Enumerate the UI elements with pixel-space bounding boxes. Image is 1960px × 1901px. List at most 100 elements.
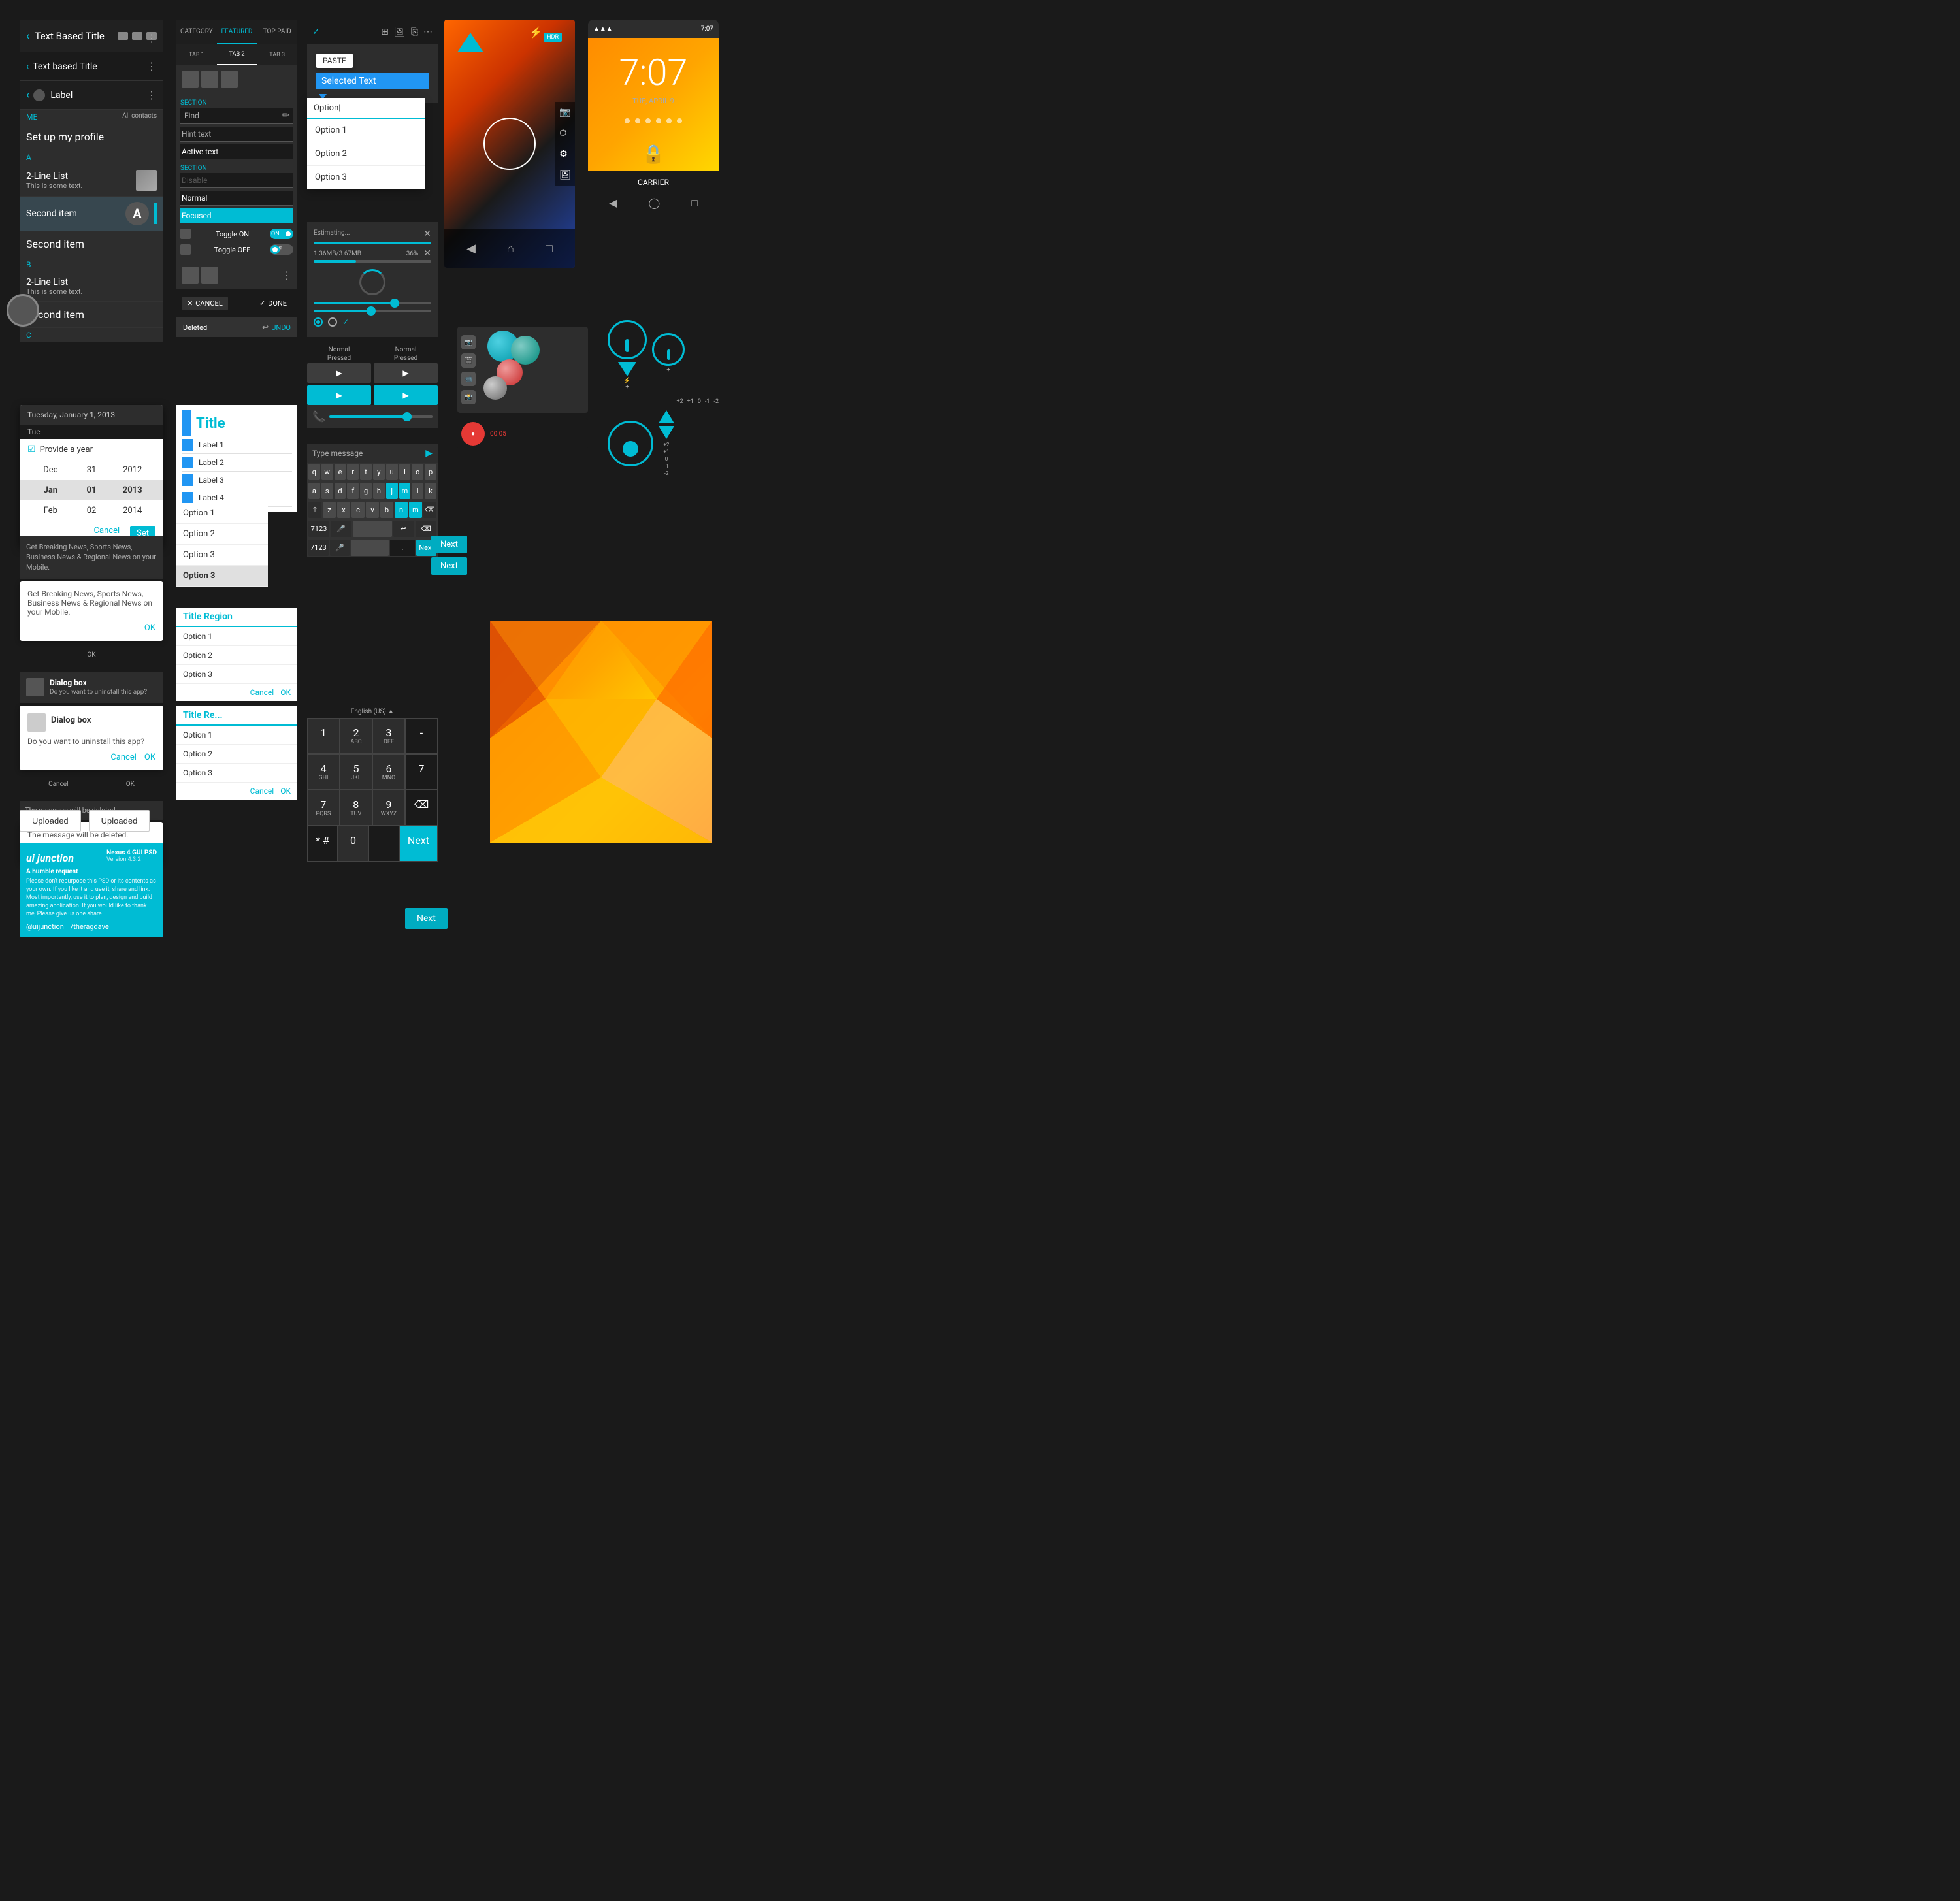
key-mic2[interactable]: 🎤 bbox=[330, 540, 350, 556]
dropdown-opt-3[interactable]: Option 3 bbox=[307, 166, 425, 189]
key-n[interactable]: n bbox=[395, 502, 408, 518]
key-e[interactable]: e bbox=[335, 464, 346, 480]
numpad-6[interactable]: 6MNO bbox=[372, 754, 405, 790]
numpad-star[interactable]: * # bbox=[307, 826, 338, 862]
done-btn[interactable]: ✓ DONE bbox=[254, 297, 292, 310]
key-i[interactable]: i bbox=[399, 464, 411, 480]
key-dot[interactable]: . bbox=[390, 540, 416, 556]
active-input[interactable]: Active text bbox=[180, 144, 293, 159]
msg-placeholder[interactable]: Type message bbox=[312, 449, 420, 458]
dropdown-input[interactable]: Option| bbox=[307, 98, 425, 119]
label-item-2[interactable]: Label 2 bbox=[182, 454, 292, 472]
key-r[interactable]: r bbox=[347, 464, 359, 480]
list-item-2line-2[interactable]: 2-Line List This is some text. bbox=[20, 272, 163, 302]
cam-icon-1[interactable]: 📷 bbox=[461, 335, 476, 349]
tab-3[interactable]: TAB 3 bbox=[257, 44, 297, 65]
key-u[interactable]: u bbox=[386, 464, 398, 480]
eq-knob-2[interactable] bbox=[652, 333, 685, 366]
numpad-next[interactable]: Next bbox=[399, 826, 438, 862]
numpad-3[interactable]: 3DEF bbox=[372, 718, 405, 754]
key-m[interactable]: m bbox=[399, 483, 411, 499]
radio-2[interactable] bbox=[328, 317, 337, 327]
toggle-switch-on[interactable]: ON bbox=[270, 229, 293, 239]
key-space2[interactable] bbox=[351, 540, 388, 556]
region-1-ok[interactable]: OK bbox=[280, 688, 291, 697]
back-cam-icon[interactable]: ◀ bbox=[466, 242, 476, 255]
focused-input[interactable]: Focused bbox=[180, 208, 293, 223]
next-btn-1[interactable]: Next bbox=[431, 536, 467, 553]
key-y[interactable]: y bbox=[373, 464, 385, 480]
key-num2[interactable]: 7123 bbox=[308, 540, 329, 556]
key-z[interactable]: z bbox=[323, 502, 336, 518]
eq-knob-bottom[interactable] bbox=[608, 421, 653, 466]
camera-mode-icon[interactable]: 📷 bbox=[559, 107, 571, 118]
lock-recents[interactable]: □ bbox=[691, 197, 698, 210]
tab-featured[interactable]: FEATURED bbox=[217, 20, 257, 44]
photo-icon[interactable]: 🖼 bbox=[394, 27, 406, 37]
upload-btn-2[interactable]: Uploaded bbox=[89, 810, 150, 832]
toggle-switch-off[interactable]: OFF bbox=[270, 244, 293, 255]
numpad-8[interactable]: 8TUV bbox=[340, 790, 372, 826]
flash-icon[interactable]: ⚡ bbox=[529, 26, 542, 39]
option-2[interactable]: Option 2 bbox=[176, 524, 268, 545]
region-2-opt3[interactable]: Option 3 bbox=[176, 764, 297, 783]
btn-pressed-2[interactable]: ▶ bbox=[374, 385, 438, 405]
key-c[interactable]: c bbox=[351, 502, 365, 518]
copy-icon[interactable]: ⎘ bbox=[411, 27, 418, 37]
region-1-opt3[interactable]: Option 3 bbox=[176, 665, 297, 684]
grid-icon[interactable]: ⊞ bbox=[381, 27, 389, 37]
cam-icon-3[interactable]: 📹 bbox=[461, 372, 476, 386]
dropdown-opt-2[interactable]: Option 2 bbox=[307, 142, 425, 166]
key-l[interactable]: l bbox=[412, 483, 423, 499]
key-b[interactable]: b bbox=[380, 502, 393, 518]
option-1[interactable]: Option 1 bbox=[176, 503, 268, 524]
list-item-second-b[interactable]: Second item bbox=[20, 302, 163, 328]
radio-1[interactable] bbox=[314, 317, 323, 327]
hint-input[interactable]: Hint text bbox=[180, 127, 293, 142]
key-f[interactable]: f bbox=[347, 483, 359, 499]
key-m2[interactable]: m bbox=[409, 502, 422, 518]
numpad-5[interactable]: 5JKL bbox=[340, 754, 372, 790]
option-3-selected[interactable]: Option 3 bbox=[176, 566, 268, 587]
numpad-2[interactable]: 2ABC bbox=[340, 718, 372, 754]
key-j[interactable]: j bbox=[386, 483, 398, 499]
key-num[interactable]: 7123 bbox=[308, 521, 329, 537]
normal-input[interactable]: Normal bbox=[180, 191, 293, 206]
slider-2[interactable] bbox=[314, 310, 431, 312]
progress-close[interactable]: ✕ bbox=[423, 229, 431, 239]
key-k[interactable]: k bbox=[425, 483, 436, 499]
key-space[interactable] bbox=[353, 521, 392, 537]
key-del[interactable]: ⌫ bbox=[416, 521, 436, 537]
key-backspace[interactable]: ⌫ bbox=[423, 502, 436, 518]
key-mic[interactable]: 🎤 bbox=[331, 521, 351, 537]
twitter-link[interactable]: @uijunction bbox=[26, 922, 64, 931]
check-tool[interactable]: ✓ bbox=[312, 27, 320, 37]
overflow-icon-3[interactable]: ⋮ bbox=[146, 89, 157, 101]
slider-thumb-1[interactable] bbox=[390, 299, 399, 308]
final-next-btn[interactable]: Next bbox=[405, 908, 448, 929]
phone-thumb[interactable] bbox=[402, 412, 412, 421]
list-item-second-1[interactable]: Second item A bbox=[20, 197, 163, 231]
key-shift[interactable]: ⇧ bbox=[308, 502, 321, 518]
cam-icon-2[interactable]: 🎬 bbox=[461, 353, 476, 368]
key-o[interactable]: o bbox=[412, 464, 423, 480]
more-icon[interactable]: ⋯ bbox=[423, 27, 433, 37]
key-enter[interactable]: ↵ bbox=[393, 521, 414, 537]
next-btn-2[interactable]: Next bbox=[431, 557, 467, 575]
region-1-opt2[interactable]: Option 2 bbox=[176, 646, 297, 665]
btn-normal-2[interactable]: ▶ bbox=[374, 363, 438, 383]
numpad-back[interactable]: ⌫ bbox=[405, 790, 438, 826]
key-h[interactable]: h bbox=[373, 483, 385, 499]
tab-2[interactable]: TAB 2 bbox=[217, 44, 257, 65]
tab-category[interactable]: CATEGORY bbox=[176, 20, 217, 44]
list-item-setup[interactable]: Set up my profile bbox=[20, 124, 163, 150]
alert-cancel-2[interactable]: Cancel bbox=[110, 753, 137, 762]
settings-icon[interactable]: ⚙ bbox=[559, 149, 571, 159]
dropdown-opt-1[interactable]: Option 1 bbox=[307, 119, 425, 142]
dl-close[interactable]: ✕ bbox=[423, 248, 431, 259]
numpad-7b[interactable]: 7PQRS bbox=[307, 790, 340, 826]
btn-pressed-1[interactable]: ▶ bbox=[307, 385, 371, 405]
region-2-opt2[interactable]: Option 2 bbox=[176, 745, 297, 764]
phone-slider[interactable] bbox=[329, 415, 433, 418]
toggle-checkbox-off[interactable] bbox=[180, 244, 191, 255]
